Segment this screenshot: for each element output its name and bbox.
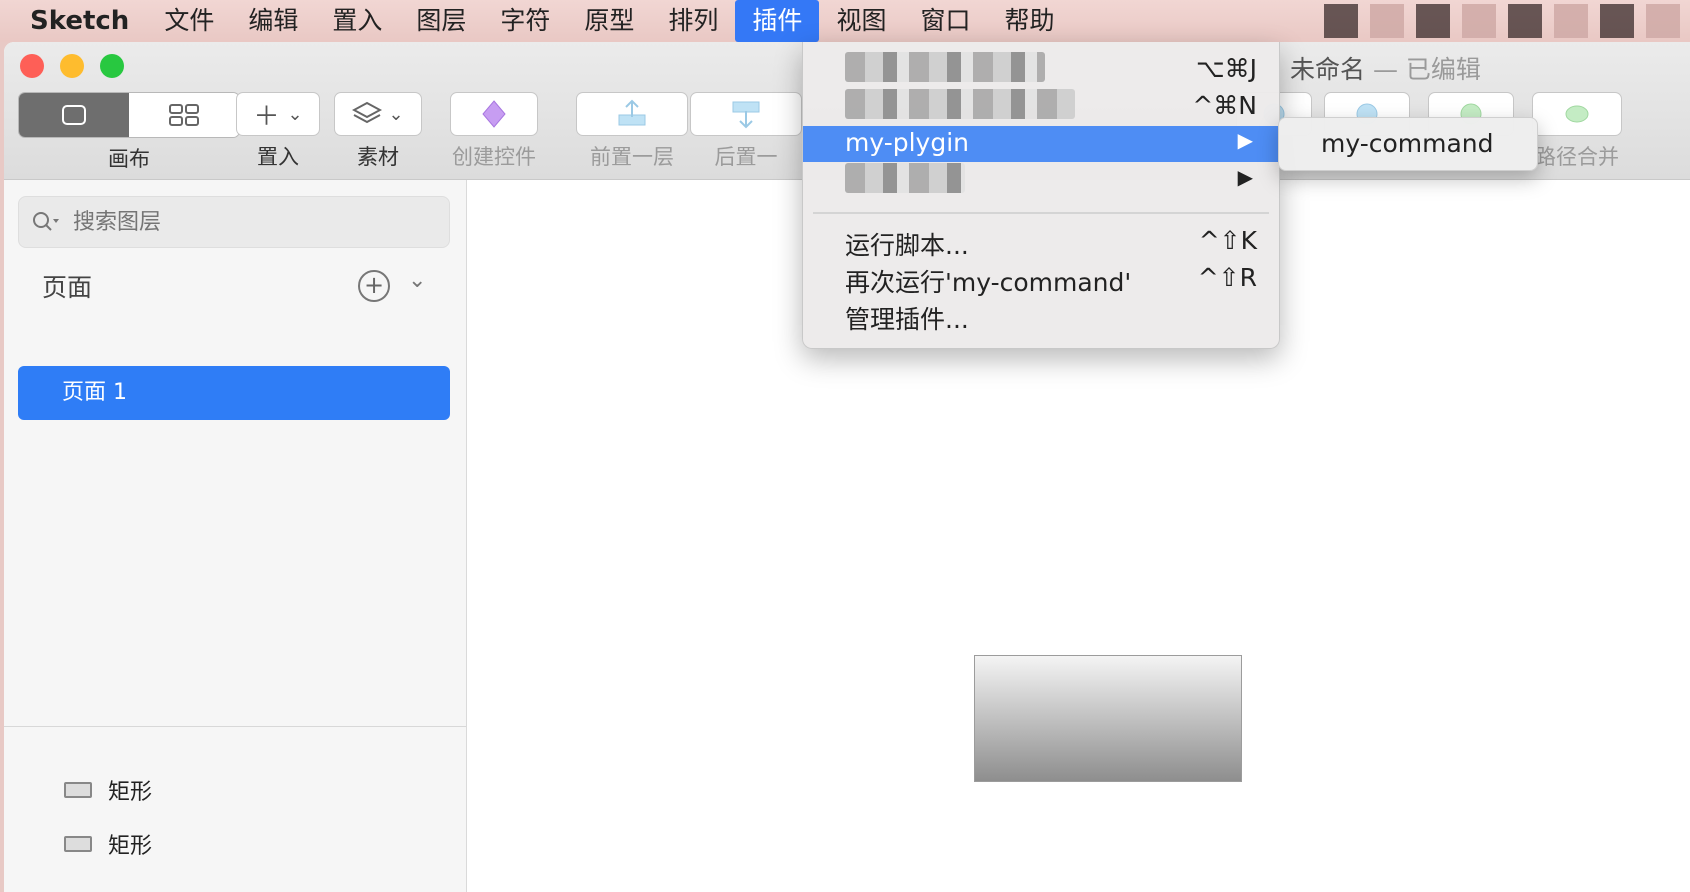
redacted-label bbox=[845, 163, 965, 193]
status-bar-icons bbox=[1324, 4, 1680, 38]
menu-item-redacted-submenu[interactable]: ▶ bbox=[803, 163, 1279, 199]
assets-button[interactable]: ⌄ bbox=[334, 92, 422, 136]
menu-item-run-again[interactable]: 再次运行'my-command' ^⇧R bbox=[803, 261, 1279, 297]
menu-plugins[interactable]: 插件 bbox=[735, 0, 820, 42]
path-combine-button[interactable] bbox=[1532, 92, 1622, 136]
create-symbol-button[interactable] bbox=[450, 92, 538, 136]
canvas-label: 画布 bbox=[108, 147, 150, 171]
menu-edit[interactable]: 编辑 bbox=[231, 0, 315, 42]
menu-window[interactable]: 窗口 bbox=[903, 0, 987, 42]
menu-item-label: 再次运行'my-command' bbox=[845, 268, 1132, 297]
bring-forward-button[interactable] bbox=[576, 92, 688, 136]
status-icon[interactable] bbox=[1554, 4, 1588, 38]
status-icon[interactable] bbox=[1508, 4, 1542, 38]
menu-text[interactable]: 字符 bbox=[483, 0, 567, 42]
menu-arrange[interactable]: 排列 bbox=[651, 0, 735, 42]
bring-forward-icon bbox=[618, 99, 646, 126]
path-combine-tool: 路径合并 bbox=[1532, 92, 1622, 171]
menu-separator bbox=[813, 212, 1269, 214]
page-item-1[interactable]: 页面 1 bbox=[18, 366, 450, 420]
menu-item-my-plygin[interactable]: my-plygin ▶ bbox=[803, 126, 1279, 162]
menu-layer[interactable]: 图层 bbox=[399, 0, 483, 42]
menu-item-run-script[interactable]: 运行脚本... ^⇧K bbox=[803, 224, 1279, 260]
menu-item-redacted[interactable]: ^⌘N bbox=[803, 89, 1279, 125]
submenu-arrow-icon: ▶ bbox=[1237, 128, 1253, 152]
status-icon[interactable] bbox=[1416, 4, 1450, 38]
menu-shortcut: ⌥⌘J bbox=[1195, 54, 1257, 83]
menu-help[interactable]: 帮助 bbox=[987, 0, 1071, 42]
layers-sidebar: 页面 + ⌄ 页面 1 矩形 矩形 bbox=[4, 180, 467, 892]
menu-shortcut: ^⇧K bbox=[1198, 226, 1257, 255]
insert-tool: ＋ ⌄ 置入 bbox=[236, 92, 320, 171]
rectangle-layer[interactable] bbox=[974, 655, 1242, 782]
rectangle-icon bbox=[64, 836, 92, 852]
canvas-mode-tool: 画布 bbox=[18, 92, 240, 173]
zoom-window-button[interactable] bbox=[100, 54, 124, 78]
close-window-button[interactable] bbox=[20, 54, 44, 78]
plugin-submenu: my-command bbox=[1278, 117, 1538, 171]
menu-item-redacted[interactable]: ⌥⌘J bbox=[803, 52, 1279, 88]
send-backward-tool: 后置一 bbox=[690, 92, 802, 171]
add-page-icon[interactable]: + bbox=[358, 270, 390, 302]
insert-label: 置入 bbox=[257, 145, 299, 169]
document-title: 未命名 — 已编辑 bbox=[1290, 55, 1481, 84]
menu-item-label: my-plygin bbox=[845, 128, 969, 157]
menu-bar: Sketch 文件 编辑 置入 图层 字符 原型 排列 插件 视图 窗口 帮助 bbox=[0, 0, 1690, 42]
plus-icon: ＋ bbox=[253, 101, 280, 132]
canvas-view-segment[interactable] bbox=[19, 93, 129, 137]
symbol-diamond-icon bbox=[482, 100, 506, 128]
grid-icon bbox=[169, 104, 199, 126]
menu-prototype[interactable]: 原型 bbox=[567, 0, 651, 42]
menu-item-label: 管理插件... bbox=[845, 305, 969, 334]
layer-name: 矩形 bbox=[108, 834, 153, 859]
path-combine-icon bbox=[1565, 105, 1589, 123]
redacted-label bbox=[845, 52, 1045, 82]
menu-shortcut: ^⇧R bbox=[1197, 263, 1257, 292]
menu-view[interactable]: 视图 bbox=[819, 0, 903, 42]
assets-tool: ⌄ 素材 bbox=[334, 92, 422, 171]
assets-label: 素材 bbox=[357, 145, 399, 169]
menu-file[interactable]: 文件 bbox=[147, 0, 231, 42]
send-backward-button[interactable] bbox=[690, 92, 802, 136]
layer-item[interactable]: 矩形 bbox=[64, 774, 152, 806]
app-menu[interactable]: Sketch bbox=[0, 6, 147, 36]
path-combine-label: 路径合并 bbox=[1535, 145, 1619, 169]
bring-forward-label: 前置一层 bbox=[590, 145, 674, 169]
sidebar-divider bbox=[4, 726, 466, 727]
create-symbol-tool: 创建控件 bbox=[450, 92, 538, 171]
submenu-item-my-command[interactable]: my-command bbox=[1321, 129, 1494, 158]
menu-shortcut: ^⌘N bbox=[1192, 91, 1257, 120]
status-icon[interactable] bbox=[1600, 4, 1634, 38]
layer-item[interactable]: 矩形 bbox=[64, 828, 152, 860]
search-icon bbox=[33, 212, 59, 231]
plugins-dropdown-menu: ⌥⌘J ^⌘N my-plygin ▶ ▶ 运行脚本... ^⇧K 再次运行'm… bbox=[802, 42, 1280, 349]
chevron-down-icon: ⌄ bbox=[388, 103, 404, 125]
menu-item-manage-plugins[interactable]: 管理插件... bbox=[803, 298, 1279, 334]
minimize-window-button[interactable] bbox=[60, 54, 84, 78]
layer-name: 矩形 bbox=[108, 780, 153, 805]
status-icon[interactable] bbox=[1324, 4, 1358, 38]
canvas-mode-segmented bbox=[18, 92, 240, 138]
menu-item-label: 运行脚本... bbox=[845, 231, 969, 260]
layer-search-box[interactable] bbox=[18, 196, 450, 248]
components-view-segment[interactable] bbox=[129, 93, 239, 137]
layer-search-input[interactable] bbox=[71, 208, 405, 236]
submenu-arrow-icon: ▶ bbox=[1237, 165, 1253, 189]
layers-icon bbox=[352, 101, 383, 124]
redacted-label bbox=[845, 89, 1075, 119]
menu-insert[interactable]: 置入 bbox=[315, 0, 399, 42]
status-icon[interactable] bbox=[1462, 4, 1496, 38]
rectangle-icon bbox=[64, 782, 92, 798]
pages-header: 页面 bbox=[42, 273, 93, 302]
chevron-down-icon: ⌄ bbox=[287, 103, 303, 125]
status-icon[interactable] bbox=[1646, 4, 1680, 38]
chevron-down-icon[interactable]: ⌄ bbox=[408, 268, 426, 293]
bring-forward-tool: 前置一层 bbox=[576, 92, 688, 171]
insert-button[interactable]: ＋ ⌄ bbox=[236, 92, 320, 136]
create-symbol-label: 创建控件 bbox=[452, 145, 536, 169]
canvas-icon bbox=[62, 105, 86, 125]
send-backward-icon bbox=[732, 101, 760, 129]
send-backward-label: 后置一 bbox=[714, 145, 778, 169]
status-icon[interactable] bbox=[1370, 4, 1404, 38]
